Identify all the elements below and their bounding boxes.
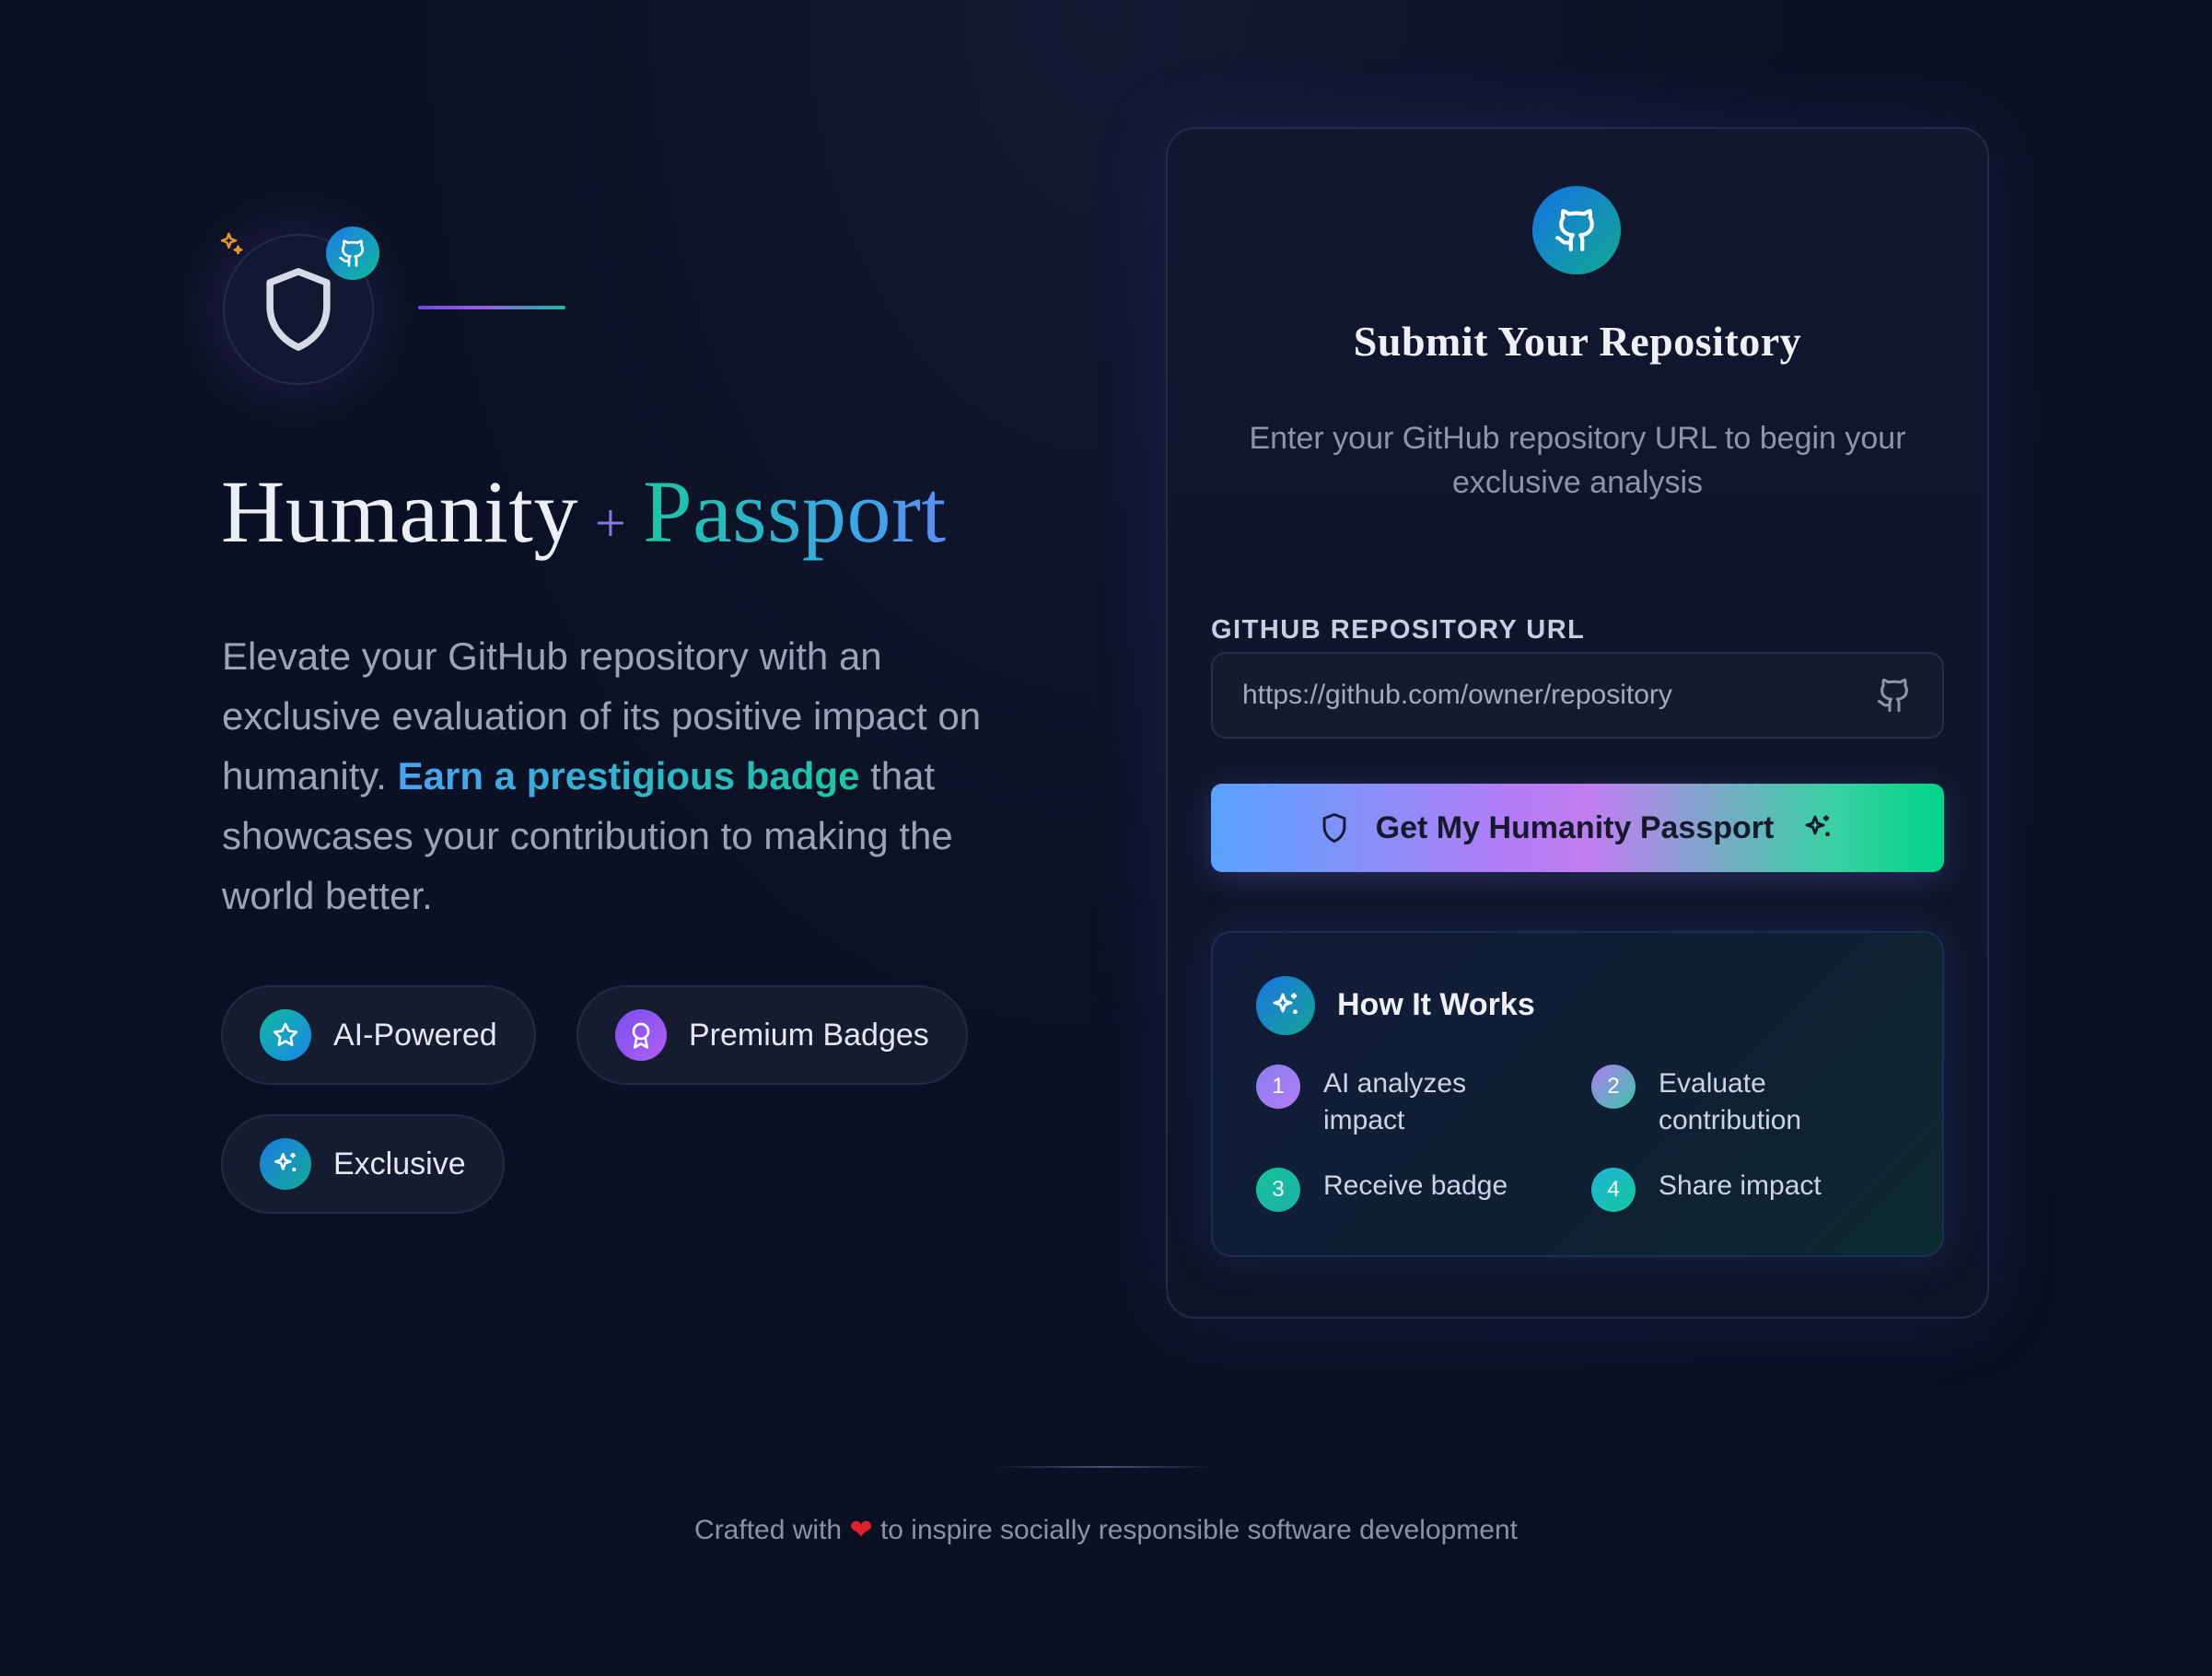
step-number: 3 (1256, 1168, 1300, 1212)
logo (203, 217, 387, 402)
feature-label: Exclusive (333, 1146, 466, 1181)
footer-before: Crafted with (694, 1515, 843, 1545)
github-icon (1555, 209, 1594, 251)
step-text: Receive badge (1323, 1170, 1508, 1201)
how-it-works-title: How It Works (1337, 987, 1535, 1022)
repo-url-input[interactable] (1242, 680, 1876, 711)
get-passport-label: Get My Humanity Passport (1375, 809, 1775, 845)
github-icon (1877, 678, 1908, 713)
award-icon (615, 1009, 667, 1061)
step-text: AI analyzes impact (1323, 1068, 1467, 1135)
sparkles-icon (260, 1138, 311, 1190)
sparkle-icon (220, 232, 243, 255)
feature-pill-ai-powered: AI-Powered (221, 985, 536, 1085)
card-github-badge (1532, 186, 1621, 274)
github-badge (326, 227, 379, 280)
feature-pill-premium-badges: Premium Badges (576, 985, 968, 1085)
title-plus: + (594, 493, 627, 553)
shield-icon (1322, 812, 1346, 844)
desc-highlight: Earn a prestigious badge (397, 754, 860, 797)
footer-after: to inspire socially responsible software… (879, 1515, 1518, 1545)
decorative-divider (418, 306, 565, 309)
step-text: Share impact (1659, 1170, 1822, 1201)
heart-icon: ❤ (849, 1515, 873, 1545)
repo-url-label: GITHUB REPOSITORY URL (1211, 615, 1586, 645)
github-icon (339, 239, 365, 267)
step-number: 1 (1256, 1065, 1300, 1109)
shield-icon (266, 268, 331, 351)
footer-divider (995, 1466, 1216, 1468)
star-icon (260, 1009, 311, 1061)
sparkles-icon (1256, 976, 1315, 1035)
form-subtitle: Enter your GitHub repository URL to begi… (1249, 421, 1906, 500)
form-title: Submit Your Repository (1353, 318, 1802, 365)
feature-label: AI-Powered (333, 1017, 497, 1053)
get-passport-button[interactable]: Get My Humanity Passport (1211, 784, 1944, 872)
step-number: 4 (1591, 1168, 1636, 1212)
feature-pill-exclusive: Exclusive (221, 1114, 505, 1214)
title-passport: Passport (643, 462, 947, 561)
feature-label: Premium Badges (689, 1017, 929, 1053)
step-number: 2 (1591, 1065, 1636, 1109)
step-text: Evaluate contribution (1659, 1068, 1802, 1135)
sparkles-icon (1805, 815, 1831, 836)
page-title: Humanity + Passport (221, 460, 947, 563)
title-humanity: Humanity (221, 462, 578, 561)
repo-url-field (1211, 652, 1944, 739)
footer-text: Crafted with ❤ to inspire socially respo… (0, 1514, 2212, 1546)
hero-description: Elevate your GitHub repository with an e… (222, 626, 1051, 925)
